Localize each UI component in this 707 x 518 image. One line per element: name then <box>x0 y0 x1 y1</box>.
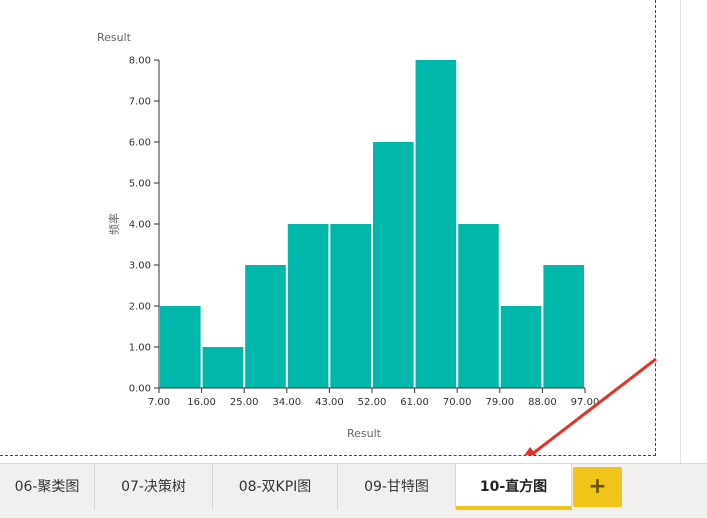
tab-label: 06-聚类图 <box>14 479 80 495</box>
x-tick-label: 25.00 <box>230 397 259 408</box>
histogram-bar[interactable] <box>458 224 499 388</box>
x-axis-label: Result <box>347 427 382 440</box>
y-axis-label: 频率 <box>107 213 121 235</box>
histogram-bar[interactable] <box>245 265 286 388</box>
histogram-bar[interactable] <box>373 142 414 388</box>
chart-title: Result <box>97 31 132 44</box>
tab-09-gantt[interactable]: 09-甘特图 <box>338 464 456 510</box>
tab-07-decision-tree[interactable]: 07-决策树 <box>95 464 213 510</box>
histogram-bar[interactable] <box>160 306 201 388</box>
y-tick-label: 8.00 <box>129 56 151 67</box>
y-tick-label: 5.00 <box>129 179 151 190</box>
x-tick-label: 52.00 <box>358 397 387 408</box>
histogram-bar[interactable] <box>500 306 542 388</box>
x-tick-label: 34.00 <box>272 397 301 408</box>
x-tick-label: 61.00 <box>400 397 429 408</box>
side-panel-edge <box>680 0 707 463</box>
tab-08-dual-kpi[interactable]: 08-双KPI图 <box>213 464 338 510</box>
histogram-bar[interactable] <box>415 60 457 388</box>
y-tick-label: 6.00 <box>129 138 151 149</box>
tab-10-histogram[interactable]: 10-直方图 <box>456 464 572 510</box>
tab-label: 09-甘特图 <box>364 479 429 495</box>
y-tick-label: 2.00 <box>129 302 151 313</box>
add-tab-button[interactable]: + <box>573 467 622 507</box>
plus-icon: + <box>588 474 607 499</box>
x-tick-label: 79.00 <box>485 397 514 408</box>
x-tick-label: 88.00 <box>528 397 557 408</box>
x-tick-label: 7.00 <box>148 397 170 408</box>
sheet-tab-bar: 06-聚类图 07-决策树 08-双KPI图 09-甘特图 10-直方图 + <box>0 463 707 518</box>
y-tick-label: 3.00 <box>129 261 151 272</box>
y-tick-label: 4.00 <box>129 220 151 231</box>
histogram-bar[interactable] <box>543 265 584 388</box>
y-tick-label: 7.00 <box>129 97 151 108</box>
histogram-bar[interactable] <box>330 224 371 388</box>
tab-06-cluster[interactable]: 06-聚类图 <box>0 464 95 510</box>
x-tick-label: 70.00 <box>443 397 472 408</box>
tab-label: 08-双KPI图 <box>238 479 312 495</box>
histogram-bar[interactable] <box>202 347 244 388</box>
histogram-bars <box>160 60 584 388</box>
y-tick-label: 1.00 <box>129 343 151 354</box>
histogram-bar[interactable] <box>287 224 329 388</box>
histogram-chart[interactable]: Result 频率 Result 0.00 1.00 2.00 3.00 4.00 5.0… <box>0 0 660 455</box>
tab-label: 07-决策树 <box>121 479 186 495</box>
tab-label: 10-直方图 <box>479 479 548 495</box>
x-tick-label: 16.00 <box>187 397 216 408</box>
x-tick-label: 43.00 <box>315 397 344 408</box>
y-tick-label: 0.00 <box>129 384 151 395</box>
